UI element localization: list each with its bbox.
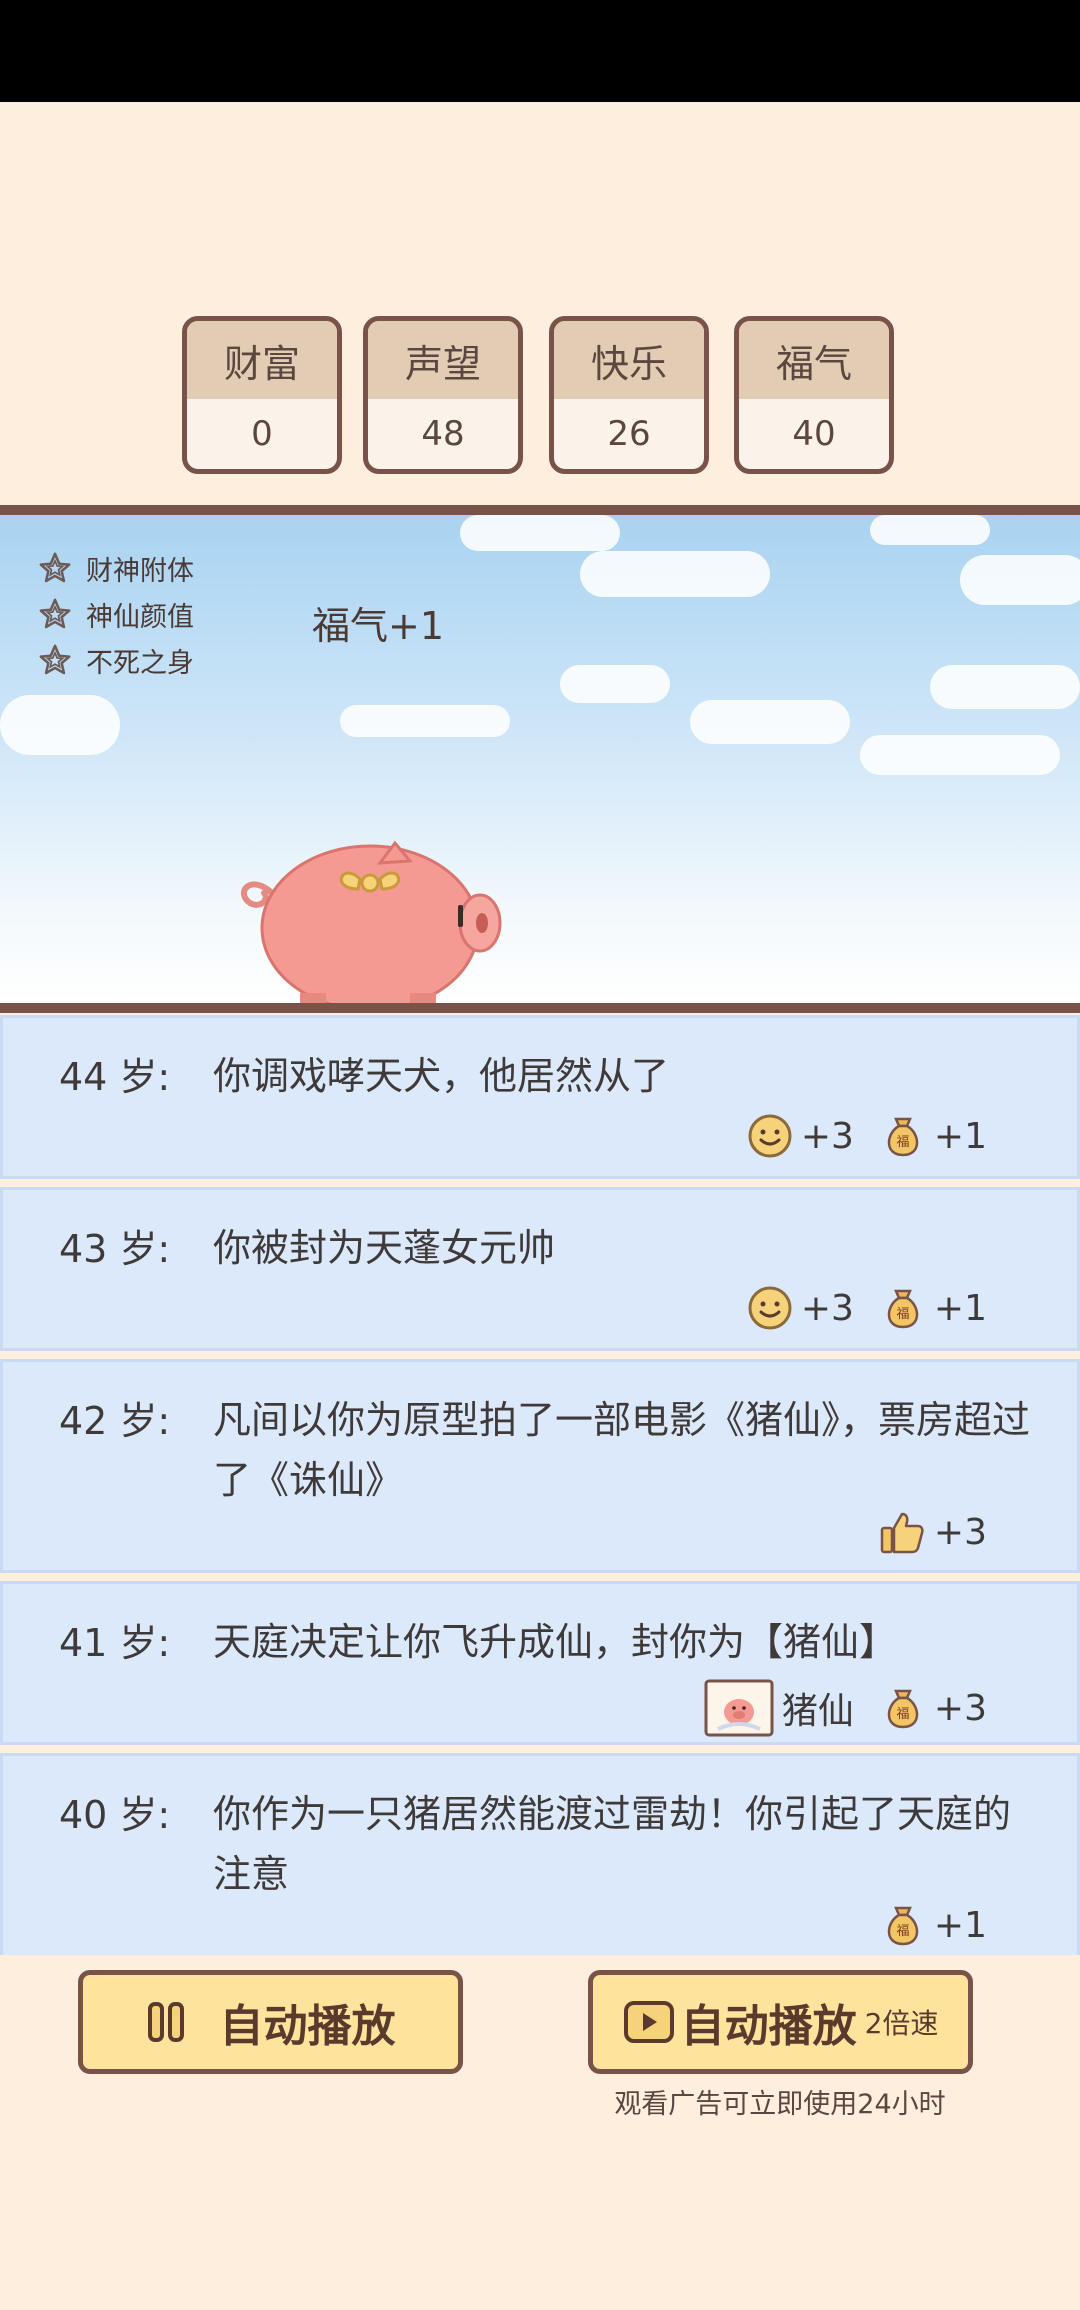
log-entry: 44 岁: 你调戏哮天犬，他居然从了 +3 福 +1 bbox=[0, 1015, 1080, 1179]
log-entry: 43 岁: 你被封为天蓬女元帅 +3 福 +1 bbox=[0, 1187, 1080, 1351]
fortune-bag-icon: 福 bbox=[887, 1689, 919, 1729]
reward-item: 福 +1 bbox=[880, 1902, 987, 1948]
reward-row: +3 bbox=[852, 1508, 987, 1556]
buff-item: 不死之身 bbox=[38, 637, 194, 683]
pig-avatar-icon bbox=[704, 1679, 774, 1737]
log-text: 凡间以你为原型拍了一部电影《猪仙》，票房超过了《诛仙》 bbox=[213, 1398, 1031, 1502]
stat-value: 48 bbox=[421, 414, 465, 454]
stat-value: 0 bbox=[251, 414, 273, 454]
reward-item: 猪仙 bbox=[704, 1679, 854, 1737]
cloud bbox=[340, 705, 510, 737]
pig-character bbox=[241, 840, 502, 1003]
reward-row: +3 福 +1 bbox=[721, 1113, 987, 1159]
reward-item: +3 bbox=[747, 1285, 854, 1331]
log-text: 天庭决定让你飞升成仙，封你为【猪仙】 bbox=[213, 1620, 898, 1664]
cloud bbox=[580, 551, 770, 597]
smile-icon bbox=[748, 1286, 792, 1330]
reward-row: +3 福 +1 bbox=[721, 1285, 987, 1331]
log-text: 你作为一只猪居然能渡过雷劫！你引起了天庭的注意 bbox=[213, 1792, 1012, 1896]
reward-value: +3 bbox=[933, 1511, 987, 1553]
log-age: 44 岁: bbox=[59, 1055, 171, 1099]
stat-reputation: 声望 48 bbox=[363, 316, 523, 474]
buff-label: 不死之身 bbox=[86, 647, 194, 679]
auto-play-fast-label: 自动播放 bbox=[680, 2001, 857, 2052]
video-ad-icon bbox=[623, 2001, 674, 2043]
cloud bbox=[860, 735, 1060, 775]
auto-play-fast-button[interactable]: 自动播放 2倍速 bbox=[588, 1970, 973, 2074]
buff-item: 财神附体 bbox=[38, 545, 194, 591]
star-icon bbox=[39, 552, 71, 583]
reward-row: 福 +1 bbox=[854, 1902, 987, 1948]
stat-label: 快乐 bbox=[554, 321, 704, 399]
game-scene: 财神附体 神仙颜值 不死之身 福气+1 bbox=[0, 505, 1080, 1013]
svg-text:福: 福 bbox=[896, 1707, 909, 1722]
reward-item: +3 bbox=[747, 1113, 854, 1159]
log-age: 41 岁: bbox=[59, 1621, 171, 1665]
log-age: 42 岁: bbox=[59, 1399, 171, 1443]
fortune-bag-icon: 福 bbox=[887, 1289, 919, 1329]
reward-value: +1 bbox=[933, 1287, 987, 1329]
reward-value: +1 bbox=[933, 1904, 987, 1946]
stat-value: 40 bbox=[792, 414, 836, 454]
stat-value: 26 bbox=[607, 414, 651, 454]
log-text: 你调戏哮天犬，他居然从了 bbox=[213, 1054, 670, 1098]
reward-row: 猪仙 福 +3 bbox=[678, 1679, 987, 1737]
reward-item: 福 +1 bbox=[880, 1113, 987, 1159]
star-icon bbox=[39, 598, 71, 629]
cloud bbox=[560, 665, 670, 703]
stat-label: 声望 bbox=[368, 321, 518, 399]
buff-label: 财神附体 bbox=[86, 555, 194, 587]
reward-value: +3 bbox=[800, 1115, 854, 1157]
buff-list: 财神附体 神仙颜值 不死之身 bbox=[38, 545, 194, 683]
stat-label: 财富 bbox=[187, 321, 337, 399]
log-age: 40 岁: bbox=[59, 1793, 171, 1837]
reward-value: +3 bbox=[800, 1287, 854, 1329]
stat-wealth: 财富 0 bbox=[182, 316, 342, 474]
ad-note: 观看广告可立即使用24小时 bbox=[614, 2089, 946, 2120]
cloud bbox=[870, 515, 990, 545]
stat-label: 福气 bbox=[739, 321, 889, 399]
thumbs-up-icon bbox=[880, 1512, 924, 1554]
reward-title: 猪仙 bbox=[781, 1691, 854, 1732]
auto-play-button[interactable]: 自动播放 bbox=[78, 1970, 463, 2074]
log-entry: 42 岁: 凡间以你为原型拍了一部电影《猪仙》，票房超过了《诛仙》 +3 bbox=[0, 1359, 1080, 1573]
log-entry: 41 岁: 天庭决定让你飞升成仙，封你为【猪仙】 猪仙 福 +3 bbox=[0, 1581, 1080, 1745]
reward-item: 福 +1 bbox=[880, 1285, 987, 1331]
cloud bbox=[690, 700, 850, 744]
event-log[interactable]: 44 岁: 你调戏哮天犬，他居然从了 +3 福 +1 43 岁: 你被封为天蓬女… bbox=[0, 1015, 1080, 1955]
reward-value: +3 bbox=[933, 1687, 987, 1729]
fortune-bag-icon: 福 bbox=[887, 1117, 919, 1157]
buff-label: 神仙颜值 bbox=[86, 601, 194, 633]
reward-item: +3 bbox=[878, 1508, 987, 1556]
log-age: 43 岁: bbox=[59, 1227, 171, 1271]
speed-label: 2倍速 bbox=[864, 2007, 939, 2040]
smile-icon bbox=[748, 1114, 792, 1158]
cloud bbox=[460, 515, 620, 551]
cloud bbox=[960, 555, 1080, 605]
stat-fortune: 福气 40 bbox=[734, 316, 894, 474]
stat-happiness: 快乐 26 bbox=[549, 316, 709, 474]
auto-play-label: 自动播放 bbox=[219, 2001, 396, 2052]
svg-text:福: 福 bbox=[896, 1135, 909, 1150]
star-icon bbox=[39, 644, 71, 675]
log-text: 你被封为天蓬女元帅 bbox=[213, 1226, 556, 1270]
reward-value: +1 bbox=[933, 1115, 987, 1157]
svg-text:福: 福 bbox=[896, 1307, 909, 1322]
status-bar bbox=[0, 0, 1080, 102]
pause-icon bbox=[147, 2002, 184, 2042]
log-entry: 40 岁: 你作为一只猪居然能渡过雷劫！你引起了天庭的注意 福 +1 bbox=[0, 1753, 1080, 1955]
float-text: 福气+1 bbox=[312, 604, 445, 648]
svg-text:福: 福 bbox=[896, 1924, 909, 1939]
cloud bbox=[930, 665, 1080, 709]
fortune-bag-icon: 福 bbox=[887, 1906, 919, 1946]
buff-item: 神仙颜值 bbox=[38, 591, 194, 637]
cloud bbox=[0, 695, 120, 755]
reward-item: 福 +3 bbox=[880, 1685, 987, 1731]
